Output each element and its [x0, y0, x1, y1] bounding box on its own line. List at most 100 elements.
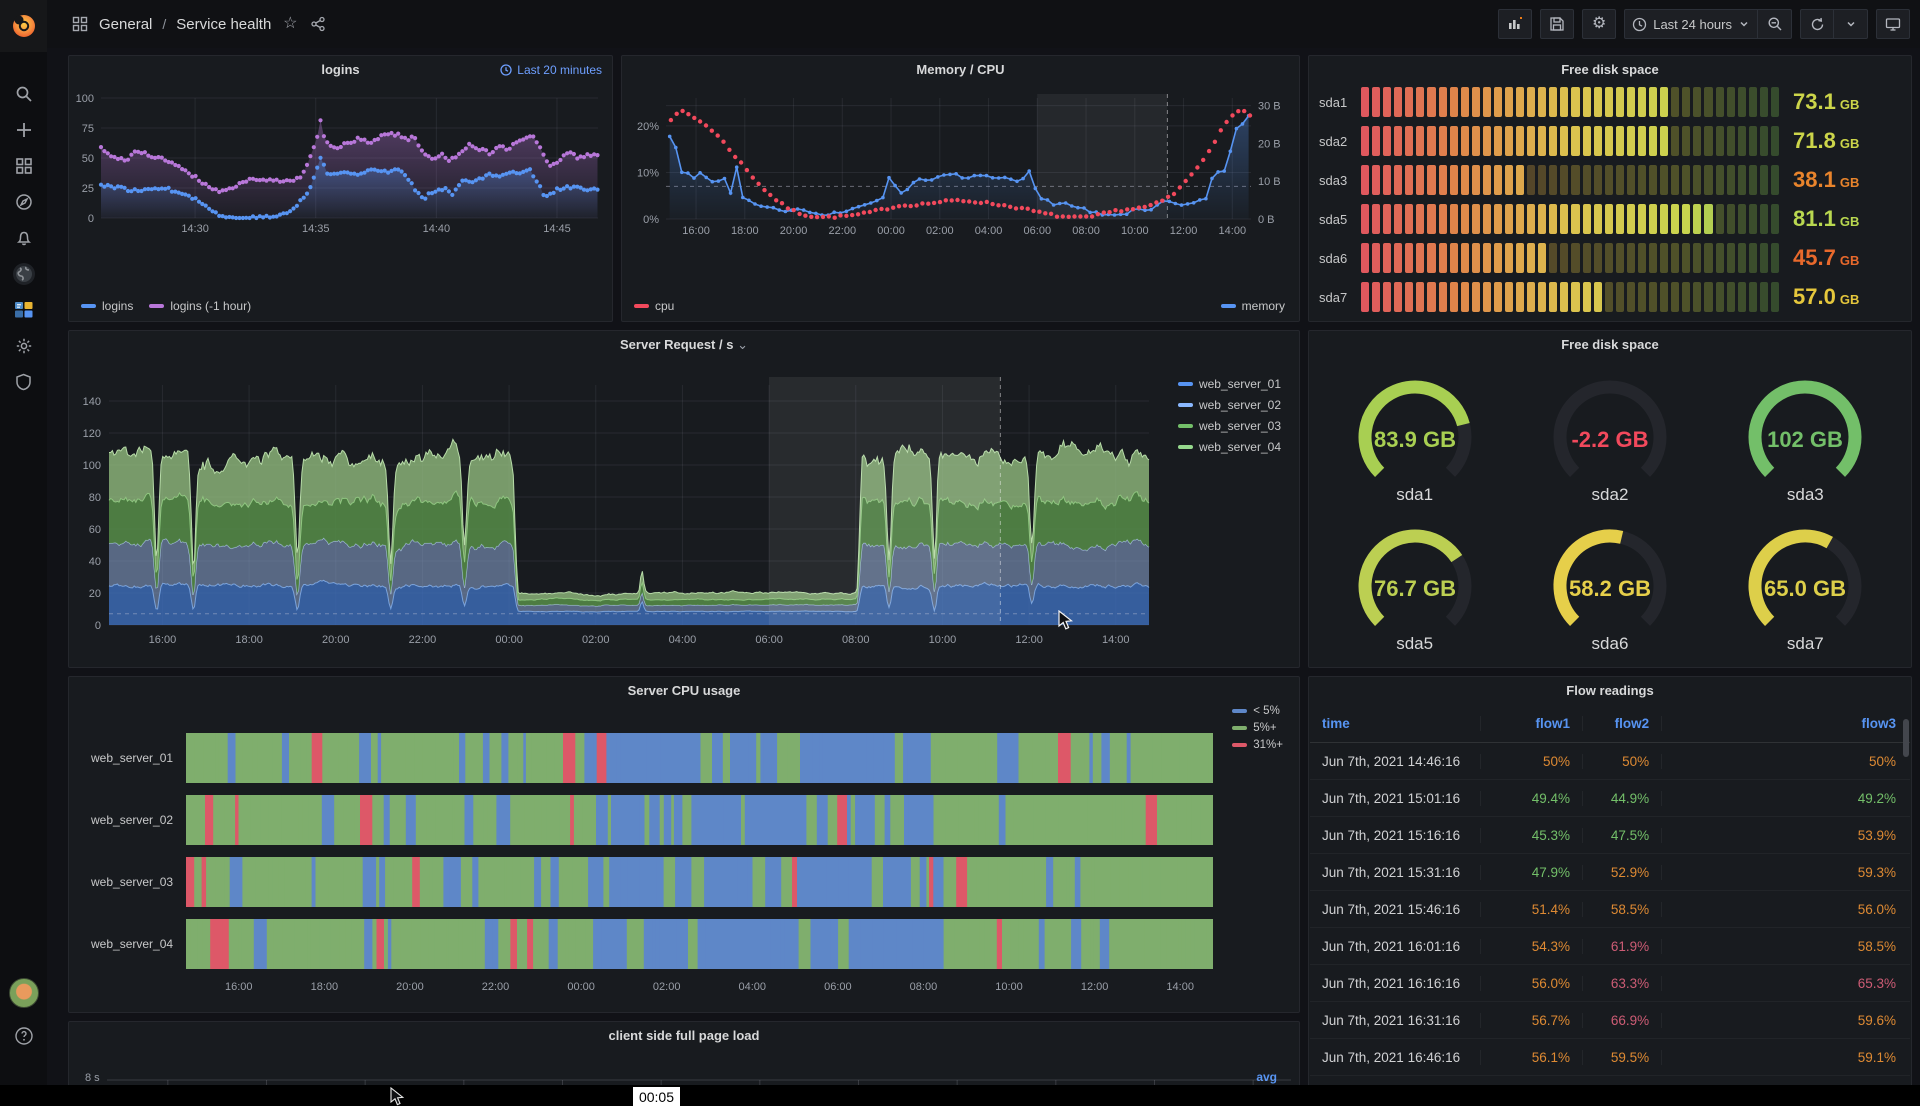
panel-title[interactable]: client side full page load: [69, 1028, 1299, 1043]
tv-kiosk-button[interactable]: [1876, 9, 1910, 39]
table-scrollbar[interactable]: [1903, 719, 1909, 757]
configuration-gear-icon[interactable]: [0, 328, 47, 364]
svg-text:100: 100: [76, 93, 94, 105]
requests-chart[interactable]: 02040608010012014016:0018:0020:0022:0000…: [69, 357, 1299, 667]
refresh-group: [1800, 9, 1868, 39]
refresh-button[interactable]: [1800, 9, 1834, 39]
svg-text:06:00: 06:00: [1024, 225, 1052, 237]
add-panel-button[interactable]: [1498, 9, 1532, 39]
disk-label: sda2: [1319, 134, 1361, 149]
svg-text:80: 80: [89, 492, 101, 504]
svg-text:0: 0: [95, 620, 101, 632]
server-admin-shield-icon[interactable]: [0, 364, 47, 400]
cell-flow1: 45.3%: [1481, 828, 1583, 843]
logins-chart[interactable]: 025507510014:3014:3514:4014:45: [69, 82, 612, 312]
refresh-interval-dropdown[interactable]: [1834, 9, 1868, 39]
memory-legend-item[interactable]: memory: [1221, 299, 1285, 313]
explore-compass-icon[interactable]: [0, 184, 47, 220]
table-row[interactable]: Jun 7th, 2021 16:01:1654.3%61.9%58.5%: [1310, 928, 1910, 965]
user-avatar[interactable]: [9, 978, 39, 1008]
search-icon[interactable]: [0, 76, 47, 112]
panel-title[interactable]: Server CPU usage: [69, 683, 1299, 698]
cpu-row-bar[interactable]: [186, 733, 1213, 783]
gauge-label: sda2: [1592, 485, 1629, 505]
x-tick-label: 10:00: [995, 981, 1023, 993]
x-tick-label: 16:00: [225, 981, 253, 993]
disk-label: sda5: [1319, 212, 1361, 227]
legend-item[interactable]: logins (-1 hour): [149, 299, 251, 313]
gauge[interactable]: 83.9 GBsda1: [1317, 363, 1512, 512]
dashboard-settings-button[interactable]: ⚙: [1582, 9, 1616, 39]
cpu-legend-item[interactable]: cpu: [634, 299, 674, 313]
column-header-flow1[interactable]: flow1: [1481, 716, 1583, 731]
x-tick-label: 14:00: [1166, 981, 1194, 993]
legend-item[interactable]: web_server_03: [1178, 419, 1281, 433]
legend-item[interactable]: web_server_04: [1178, 440, 1281, 454]
table-row[interactable]: Jun 7th, 2021 15:46:1651.4%58.5%56.0%: [1310, 891, 1910, 928]
save-dashboard-button[interactable]: [1540, 9, 1574, 39]
cpu-row-bar[interactable]: [186, 919, 1213, 969]
memory-cpu-chart[interactable]: 0%10%20%0 B10 B20 B30 B16:0018:0020:0022…: [622, 82, 1299, 294]
sidebar-bottom: [0, 978, 47, 1048]
cell-flow1: 51.4%: [1481, 902, 1583, 917]
zoom-out-button[interactable]: [1758, 9, 1792, 39]
dashboard-grid-icon[interactable]: [71, 15, 89, 33]
column-header-flow2[interactable]: flow2: [1583, 716, 1662, 731]
table-row[interactable]: Jun 7th, 2021 14:46:1650%50%50%: [1310, 743, 1910, 780]
table-row[interactable]: Jun 7th, 2021 15:31:1647.9%52.9%59.3%: [1310, 854, 1910, 891]
panel-title[interactable]: Free disk space: [1309, 337, 1911, 352]
disk-bar-rows: sda173.1GBsda271.8GBsda338.1GBsda581.1GB…: [1319, 86, 1901, 313]
svg-text:10:00: 10:00: [929, 634, 957, 646]
table-row[interactable]: Jun 7th, 2021 16:46:1656.1%59.5%59.1%: [1310, 1039, 1910, 1076]
create-plus-icon[interactable]: [0, 112, 47, 148]
table-row[interactable]: Jun 7th, 2021 16:16:1656.0%63.3%65.3%: [1310, 965, 1910, 1002]
gauge[interactable]: 102 GBsda3: [1708, 363, 1903, 512]
cell-flow1: 47.9%: [1481, 865, 1583, 880]
breadcrumb-page[interactable]: Service health: [176, 16, 271, 33]
disk-value: 57.0GB: [1793, 284, 1901, 310]
legend-item[interactable]: logins: [81, 299, 133, 313]
disk-cells: [1361, 87, 1779, 117]
dashboards-icon[interactable]: [0, 148, 47, 184]
cell-flow1: 54.3%: [1481, 939, 1583, 954]
time-range-label: Last 24 hours: [1653, 17, 1732, 32]
cell-flow3: 59.6%: [1662, 1013, 1910, 1028]
star-icon[interactable]: ☆: [281, 15, 299, 33]
table-row[interactable]: Jun 7th, 2021 15:16:1645.3%47.5%53.9%: [1310, 817, 1910, 854]
panel-title[interactable]: Server Request / s ⌄: [69, 337, 1299, 353]
gauge[interactable]: 65.0 GBsda7: [1708, 512, 1903, 661]
table-row[interactable]: Jun 7th, 2021 15:01:1649.4%44.9%49.2%: [1310, 780, 1910, 817]
panel-title[interactable]: Memory / CPU: [622, 62, 1299, 77]
cell-flow2: 47.5%: [1583, 828, 1662, 843]
cell-flow2: 44.9%: [1583, 791, 1662, 806]
cell-flow2: 66.9%: [1583, 1013, 1662, 1028]
legend-item[interactable]: web_server_02: [1178, 398, 1281, 412]
gauge[interactable]: -2.2 GBsda2: [1512, 363, 1707, 512]
svg-text:14:00: 14:00: [1102, 634, 1130, 646]
alerting-bell-icon[interactable]: [0, 220, 47, 256]
world-app-icon[interactable]: [0, 256, 47, 292]
svg-text:20:00: 20:00: [780, 225, 808, 237]
disk-value: 38.1GB: [1793, 167, 1901, 193]
panel-title[interactable]: Free disk space: [1309, 62, 1911, 77]
time-range-picker[interactable]: Last 24 hours: [1624, 9, 1758, 39]
column-header-flow3[interactable]: flow3: [1662, 716, 1910, 731]
cpu-row-bar[interactable]: [186, 795, 1213, 845]
disk-label: sda1: [1319, 95, 1361, 110]
legend-item[interactable]: < 5%: [1232, 705, 1283, 717]
panel-title[interactable]: Flow readings: [1309, 683, 1911, 698]
svg-text:60: 60: [89, 524, 101, 536]
column-header-time[interactable]: time: [1310, 716, 1481, 731]
gauge[interactable]: 58.2 GBsda6: [1512, 512, 1707, 661]
help-icon[interactable]: [0, 1024, 47, 1048]
legend-item[interactable]: web_server_01: [1178, 377, 1281, 391]
table-row[interactable]: Jun 7th, 2021 16:31:1656.7%66.9%59.6%: [1310, 1002, 1910, 1039]
traffic-app-icon[interactable]: [0, 292, 47, 328]
cpu-row-bar[interactable]: [186, 857, 1213, 907]
time-override-link[interactable]: Last 20 minutes: [500, 63, 602, 77]
gauge[interactable]: 76.7 GBsda5: [1317, 512, 1512, 661]
grafana-logo-icon[interactable]: [0, 0, 47, 52]
breadcrumb-section[interactable]: General: [99, 16, 152, 33]
share-icon[interactable]: [309, 15, 327, 33]
disk-value: 81.1GB: [1793, 206, 1901, 232]
